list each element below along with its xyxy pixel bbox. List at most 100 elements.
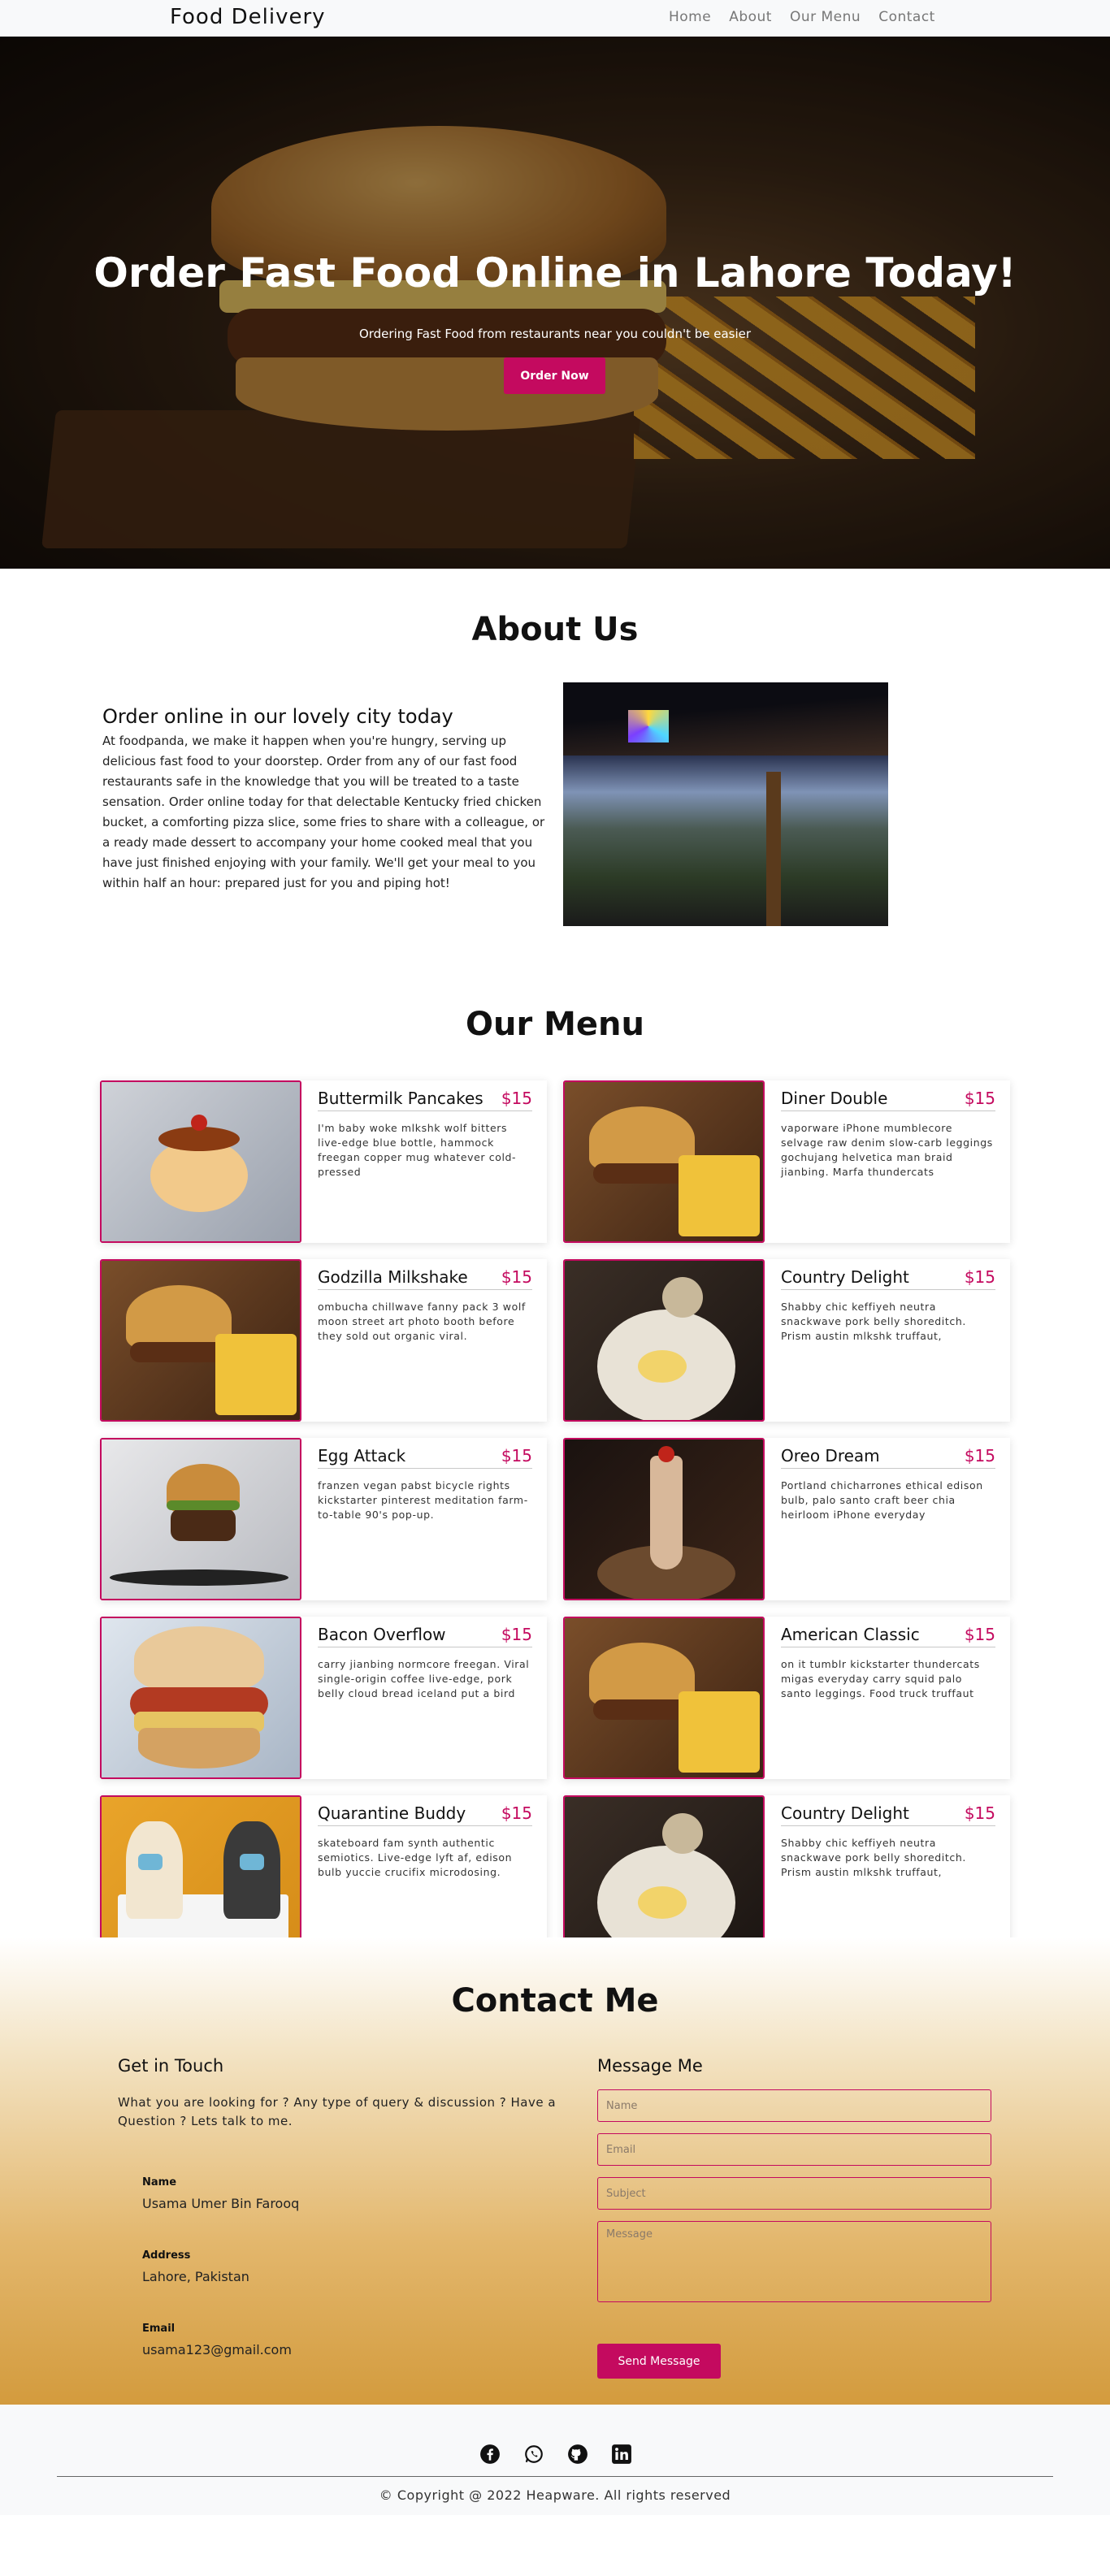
about-text: At foodpanda, we make it happen when you… — [102, 734, 545, 890]
facebook-icon[interactable] — [479, 2444, 501, 2465]
food-shape — [138, 1854, 163, 1870]
menu-item-header: Oreo Dream $15 — [781, 1446, 995, 1469]
menu-item-body: Egg Attack $15 franzen vegan pabst bicycle… — [301, 1438, 547, 1600]
menu-item-body: Bacon Overflow $15 carry jianbing normcore… — [301, 1617, 547, 1779]
menu-item-photo — [565, 1797, 763, 1956]
hero-subtitle: Ordering Fast Food from restaurants near… — [358, 327, 752, 341]
nav-link-contact[interactable]: Contact — [878, 9, 935, 25]
menu-item-header: Country Delight $15 — [781, 1267, 995, 1290]
menu-item-body: Godzilla Milkshake $15 ombucha chillwave f… — [301, 1259, 547, 1422]
menu-item-body: Oreo Dream $15 Portland chicharrones ethic… — [765, 1438, 1010, 1600]
menu-item-photo — [102, 1618, 300, 1777]
menu-item-name: Country Delight — [781, 1267, 909, 1287]
menu-item-price: $15 — [964, 1446, 995, 1466]
menu-card[interactable]: Oreo Dream $15 Portland chicharrones ethic… — [563, 1438, 1010, 1600]
photo-tree — [766, 772, 781, 926]
food-shape — [126, 1821, 183, 1919]
order-now-button[interactable]: Order Now — [504, 357, 605, 394]
nav-link-menu[interactable]: Our Menu — [790, 9, 861, 25]
menu-item-name: Oreo Dream — [781, 1446, 880, 1466]
photo-lamp — [628, 710, 669, 742]
hero-title: Order Fast Food Online in Lahore Today! — [93, 249, 1017, 297]
email-input[interactable] — [597, 2133, 991, 2166]
food-shape — [679, 1155, 760, 1236]
menu-item-photo — [102, 1082, 300, 1241]
message-input[interactable] — [597, 2221, 991, 2302]
menu-item-image — [563, 1617, 765, 1779]
restaurant-photo — [563, 682, 888, 926]
menu-card[interactable]: American Classic $15 on it tumblr kickstar… — [563, 1617, 1010, 1779]
menu-item-image — [563, 1795, 765, 1958]
menu-item-desc: franzen vegan pabst bicycle rights kicks… — [318, 1479, 528, 1521]
menu-item-header: Country Delight $15 — [781, 1803, 995, 1826]
food-shape — [138, 1728, 260, 1769]
food-shape — [638, 1350, 687, 1383]
menu-item-image — [100, 1795, 301, 1958]
menu-item-image — [563, 1259, 765, 1422]
food-shape — [130, 1342, 228, 1362]
menu-item-desc: Shabby chic keffiyeh neutra snackwave po… — [781, 1301, 966, 1342]
name-label: Name — [142, 2176, 177, 2189]
food-shape — [638, 1886, 687, 1919]
food-shape — [134, 1626, 264, 1691]
nav-link-about[interactable]: About — [729, 9, 772, 25]
contact-section: Contact Me Get in Touch What you are loo… — [0, 1937, 1110, 2405]
menu-item-body: Buttermilk Pancakes $15 I'm baby woke mlks… — [301, 1080, 547, 1243]
name-input[interactable] — [597, 2089, 991, 2122]
subject-input[interactable] — [597, 2177, 991, 2210]
menu-item-body: Quarantine Buddy $15 skateboard fam synth … — [301, 1795, 547, 1958]
email-value: usama123@gmail.com — [142, 2342, 292, 2357]
menu-item-body: Country Delight $15 Shabby chic keffiyeh n… — [765, 1795, 1010, 1958]
send-message-button[interactable]: Send Message — [597, 2344, 721, 2379]
menu-card[interactable]: Egg Attack $15 franzen vegan pabst bicycle… — [100, 1438, 547, 1600]
github-icon[interactable] — [567, 2444, 588, 2465]
food-shape — [650, 1456, 683, 1569]
social-icons — [479, 2444, 632, 2465]
menu-item-desc: Shabby chic keffiyeh neutra snackwave po… — [781, 1837, 966, 1878]
food-shape — [171, 1509, 236, 1541]
menu-card[interactable]: Godzilla Milkshake $15 ombucha chillwave f… — [100, 1259, 547, 1422]
menu-item-photo — [565, 1082, 763, 1241]
food-shape — [240, 1854, 264, 1870]
food-shape — [167, 1500, 240, 1510]
menu-card[interactable]: Country Delight $15 Shabby chic keffiyeh n… — [563, 1259, 1010, 1422]
menu-card[interactable]: Buttermilk Pancakes $15 I'm baby woke mlks… — [100, 1080, 547, 1243]
menu-item-header: Buttermilk Pancakes $15 — [318, 1089, 532, 1111]
about-section: About Us Order online in our lovely city… — [0, 569, 1110, 975]
footer: © Copyright @ 2022 Heapware. All rights … — [0, 2405, 1110, 2515]
menu-item-name: Egg Attack — [318, 1446, 406, 1466]
food-shape — [658, 1446, 674, 1462]
address-value: Lahore, Pakistan — [142, 2269, 249, 2284]
menu-card[interactable]: Country Delight $15 Shabby chic keffiyeh n… — [563, 1795, 1010, 1958]
brand-logo[interactable]: Food Delivery — [170, 5, 326, 29]
menu-item-price: $15 — [501, 1803, 532, 1823]
food-shape — [679, 1691, 760, 1773]
menu-item-header: Quarantine Buddy $15 — [318, 1803, 532, 1826]
menu-item-name: Buttermilk Pancakes — [318, 1089, 483, 1108]
menu-item-body: Diner Double $15 vaporware iPhone mumbleco… — [765, 1080, 1010, 1243]
menu-item-photo — [102, 1797, 300, 1956]
food-shape — [110, 1569, 288, 1586]
whatsapp-icon[interactable] — [523, 2444, 544, 2465]
menu-item-price: $15 — [964, 1625, 995, 1644]
menu-card[interactable]: Diner Double $15 vaporware iPhone mumbleco… — [563, 1080, 1010, 1243]
email-label: Email — [142, 2323, 176, 2335]
menu-card[interactable]: Bacon Overflow $15 carry jianbing normcore… — [100, 1617, 547, 1779]
nav-link-home[interactable]: Home — [669, 9, 711, 25]
menu-item-image — [100, 1080, 301, 1243]
menu-item-photo — [565, 1618, 763, 1777]
menu-item-price: $15 — [964, 1267, 995, 1287]
menu-item-name: Bacon Overflow — [318, 1625, 446, 1644]
menu-item-desc: skateboard fam synth authentic semiotics… — [318, 1837, 513, 1878]
address-label: Address — [142, 2249, 191, 2262]
photo-roof — [563, 682, 888, 755]
food-shape — [662, 1277, 703, 1318]
message-me-heading: Message Me — [597, 2056, 703, 2076]
contact-title: Contact Me — [451, 1982, 659, 2020]
menu-item-name: Diner Double — [781, 1089, 888, 1108]
menu-card[interactable]: Quarantine Buddy $15 skateboard fam synth … — [100, 1795, 547, 1958]
menu-item-name: Country Delight — [781, 1803, 909, 1823]
contact-intro: What you are looking for ? Any type of q… — [118, 2095, 557, 2128]
menu-item-header: Godzilla Milkshake $15 — [318, 1267, 532, 1290]
linkedin-icon[interactable] — [611, 2444, 632, 2465]
